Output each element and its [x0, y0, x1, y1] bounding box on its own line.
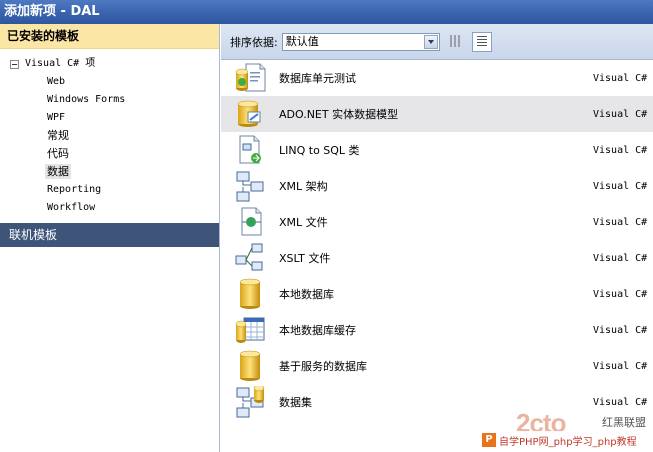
dataset-icon	[234, 384, 268, 418]
tree-node-visual-csharp[interactable]: Visual C# 项	[0, 55, 219, 73]
tree-item[interactable]: 常规	[0, 127, 219, 145]
xml-schema-icon	[234, 170, 268, 202]
watermark: 2cto 红黑联盟 P 自学PHP网_php学习_php教程	[478, 405, 653, 452]
template-language: Visual C#	[593, 144, 648, 156]
template-language: Visual C#	[593, 252, 648, 264]
template-item[interactable]: XML 架构 Visual C#	[221, 168, 653, 204]
right-pane: 排序依据: 默认值 数据库单元测试 Visual C# ADO.NET 实体数据模…	[221, 24, 653, 452]
chevron-down-icon[interactable]	[423, 34, 438, 49]
tree-node-label: Visual C# 项	[25, 58, 96, 69]
watermark-brand: 红黑联盟	[602, 416, 646, 429]
template-name: 数据库单元测试	[279, 72, 356, 85]
tree-item[interactable]: 代码	[0, 145, 219, 163]
template-item[interactable]: XSLT 文件 Visual C#	[221, 240, 653, 276]
list-view-button[interactable]	[471, 31, 492, 52]
template-name: 本地数据库	[279, 288, 334, 301]
watermark-text: 自学PHP网_php学习_php教程	[499, 436, 637, 448]
template-name: XSLT 文件	[279, 252, 331, 265]
tree-item-label: Web	[47, 76, 66, 87]
tree-item-label: 常规	[47, 129, 69, 142]
sort-toolbar: 排序依据: 默认值	[221, 24, 653, 60]
template-language: Visual C#	[593, 324, 648, 336]
collapse-toggle-icon[interactable]	[10, 59, 19, 69]
local-database-icon	[234, 278, 268, 310]
tree-item[interactable]: 数据	[0, 163, 219, 181]
template-language: Visual C#	[593, 108, 648, 120]
template-name: XML 文件	[279, 216, 328, 229]
entity-data-model-icon	[234, 98, 268, 130]
tree-item-label: WPF	[47, 112, 66, 123]
tree-item-label: 数据	[45, 164, 71, 179]
online-templates-header[interactable]: 联机模板	[0, 223, 219, 247]
template-item[interactable]: 数据库单元测试 Visual C#	[221, 60, 653, 96]
template-language: Visual C#	[593, 360, 648, 372]
template-item[interactable]: XML 文件 Visual C#	[221, 204, 653, 240]
tree-item[interactable]: WPF	[0, 109, 219, 127]
linq-to-sql-icon	[234, 134, 268, 166]
template-item[interactable]: LINQ to SQL 类 Visual C#	[221, 132, 653, 168]
sort-value: 默认值	[285, 34, 319, 48]
template-name: LINQ to SQL 类	[279, 144, 360, 157]
tree-item-label: 代码	[47, 147, 69, 160]
tree-item[interactable]: Web	[0, 73, 219, 91]
php-badge-icon: P	[482, 433, 496, 447]
tree-item[interactable]: Workflow	[0, 199, 219, 217]
template-language: Visual C#	[593, 288, 648, 300]
window-title: 添加新项 - DAL	[0, 0, 653, 24]
template-language: Visual C#	[593, 72, 648, 84]
database-unit-test-icon	[234, 62, 268, 94]
local-database-cache-icon	[234, 314, 268, 346]
template-item[interactable]: 基于服务的数据库 Visual C#	[221, 348, 653, 384]
template-name: XML 架构	[279, 180, 328, 193]
template-item[interactable]: 本地数据库 Visual C#	[221, 276, 653, 312]
template-list: 数据库单元测试 Visual C# ADO.NET 实体数据模型 Visual C#…	[221, 60, 653, 420]
service-database-icon	[234, 350, 268, 382]
template-name: 本地数据库缓存	[279, 324, 356, 337]
sort-label: 排序依据:	[230, 35, 278, 49]
list-view-icon	[476, 35, 487, 48]
template-name: ADO.NET 实体数据模型	[279, 108, 399, 121]
xslt-file-icon	[234, 242, 268, 274]
tile-view-icon	[449, 34, 460, 47]
left-pane: 已安装的模板 Visual C# 项 Web Windows Forms WPF 常规…	[0, 24, 220, 452]
tree-item-label: Windows Forms	[47, 94, 126, 105]
template-item[interactable]: ADO.NET 实体数据模型 Visual C#	[221, 96, 653, 132]
template-tree: Visual C# 项 Web Windows Forms WPF 常规代码数据 Rep…	[0, 49, 219, 217]
template-item[interactable]: 本地数据库缓存 Visual C#	[221, 312, 653, 348]
template-name: 基于服务的数据库	[279, 360, 367, 373]
tile-view-button[interactable]	[446, 32, 466, 52]
installed-templates-header[interactable]: 已安装的模板	[0, 24, 219, 49]
tree-item-label: Reporting	[47, 184, 102, 195]
xml-file-icon	[234, 206, 268, 238]
tree-item[interactable]: Reporting	[0, 181, 219, 199]
sort-dropdown[interactable]: 默认值	[281, 32, 440, 51]
tree-item[interactable]: Windows Forms	[0, 91, 219, 109]
tree-item-label: Workflow	[47, 202, 96, 213]
template-language: Visual C#	[593, 216, 648, 228]
template-language: Visual C#	[593, 180, 648, 192]
